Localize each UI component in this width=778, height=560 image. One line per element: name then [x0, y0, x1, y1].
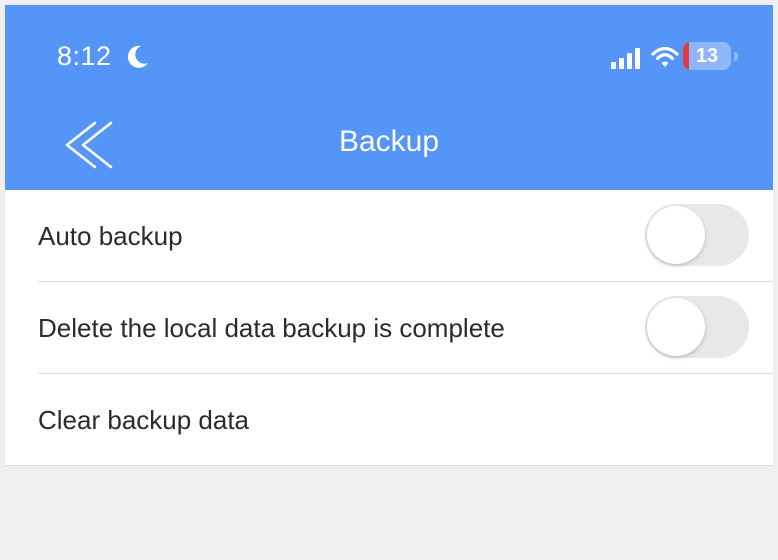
signal-icon [611, 48, 640, 69]
setting-row-delete-local-data: Delete the local data backup is complete [38, 282, 773, 374]
app-screen: 8:12 13 Backup Auto backup Delete the lo… [0, 0, 778, 560]
moon-icon [127, 45, 148, 68]
delete-local-data-toggle[interactable] [645, 296, 749, 358]
auto-backup-toggle[interactable] [645, 204, 749, 266]
setting-label-clear-backup-data: Clear backup data [38, 405, 250, 435]
setting-row-clear-backup-data[interactable]: Clear backup data [5, 374, 773, 466]
battery-tip [734, 52, 738, 61]
setting-label-delete-local-data: Delete the local data backup is complete [38, 313, 505, 343]
battery-percentage: 13 [695, 45, 719, 67]
setting-row-auto-backup: Auto backup [38, 190, 773, 282]
toggle-knob [647, 206, 705, 264]
setting-label-auto-backup: Auto backup [38, 221, 183, 251]
toggle-knob [647, 298, 705, 356]
battery-icon: 13 [683, 42, 738, 70]
settings-list: Auto backup Delete the local data backup… [5, 190, 773, 466]
page-title: Backup [338, 125, 440, 158]
battery-body: 13 [683, 42, 731, 70]
wifi-icon [651, 46, 679, 67]
status-time: 8:12 [57, 41, 112, 71]
